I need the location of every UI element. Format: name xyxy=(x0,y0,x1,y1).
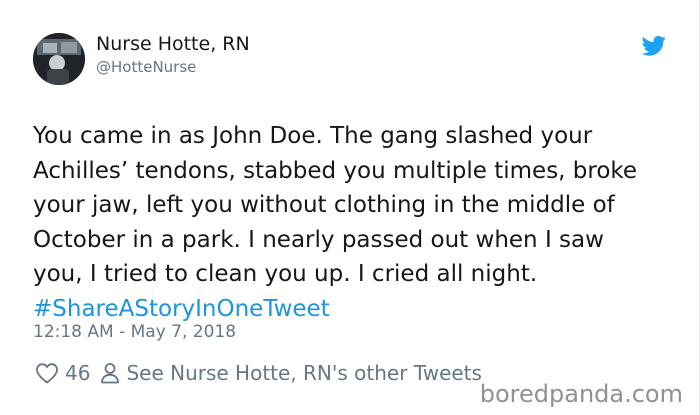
hashtag-link[interactable]: #ShareAStoryInOneTweet xyxy=(33,296,330,322)
avatar-image xyxy=(33,33,85,85)
tweet-card: Nurse Hotte, RN @HotteNurse You came in … xyxy=(0,0,700,415)
tweet-timestamp[interactable]: 12:18 AM - May 7, 2018 xyxy=(33,322,236,342)
display-name[interactable]: Nurse Hotte, RN xyxy=(96,33,250,55)
twitter-bird-icon[interactable] xyxy=(641,36,667,56)
like-count: 46 xyxy=(65,361,91,385)
person-icon xyxy=(100,362,120,384)
user-handle[interactable]: @HotteNurse xyxy=(96,58,196,76)
avatar[interactable] xyxy=(33,33,85,85)
tweet-actions: 46 See Nurse Hotte, RN's other Tweets xyxy=(33,358,482,388)
other-tweets-link[interactable]: See Nurse Hotte, RN's other Tweets xyxy=(126,361,482,385)
tweet-body: You came in as John Doe. The gang slashe… xyxy=(33,123,638,287)
tweet-text: You came in as John Doe. The gang slashe… xyxy=(33,119,683,326)
watermark: boredpanda.com xyxy=(479,380,683,408)
heart-icon[interactable] xyxy=(35,362,59,384)
